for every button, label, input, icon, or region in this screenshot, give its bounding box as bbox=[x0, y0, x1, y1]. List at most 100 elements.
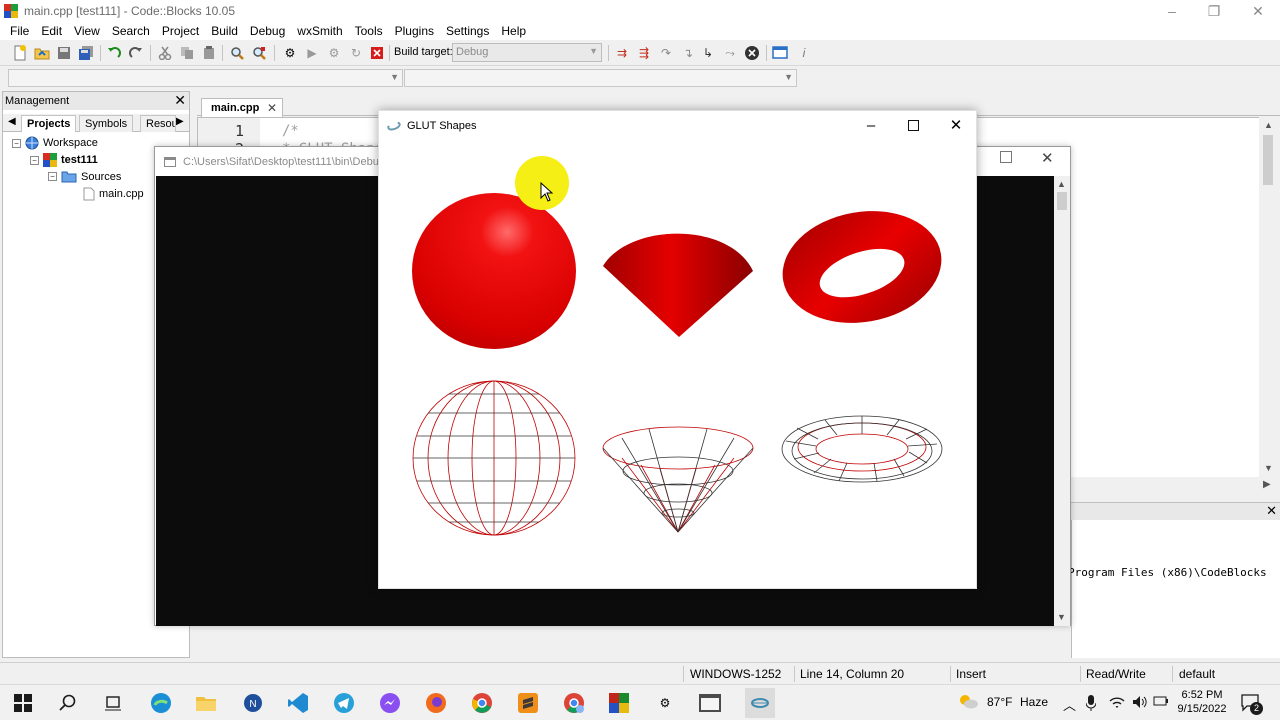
console-scrollbar[interactable]: ▲ ▼ bbox=[1054, 176, 1070, 626]
debug-stop-icon[interactable] bbox=[744, 45, 760, 61]
scroll-right-icon[interactable]: ▶ bbox=[1263, 479, 1271, 490]
replace-icon[interactable] bbox=[251, 45, 267, 61]
scope-select[interactable]: ▼ bbox=[8, 69, 403, 87]
editor-horizontal-scrollbar[interactable]: ▶ bbox=[1071, 477, 1278, 493]
close-button[interactable]: ✕ bbox=[1236, 0, 1280, 22]
collapse-icon[interactable]: − bbox=[48, 172, 57, 181]
rebuild-icon[interactable]: ↻ bbox=[348, 45, 364, 61]
search-icon[interactable] bbox=[56, 691, 80, 715]
edge-icon[interactable] bbox=[149, 691, 173, 715]
menu-file[interactable]: File bbox=[4, 24, 35, 38]
scroll-down-icon[interactable]: ▼ bbox=[1264, 463, 1273, 473]
menu-build[interactable]: Build bbox=[205, 24, 244, 38]
menu-tools[interactable]: Tools bbox=[349, 24, 389, 38]
tab-scroll-left-icon[interactable]: ◀ bbox=[8, 116, 16, 127]
collapse-icon[interactable]: − bbox=[30, 155, 39, 165]
copy-icon[interactable] bbox=[179, 45, 195, 61]
editor-vertical-scrollbar[interactable]: ▲ ▼ bbox=[1259, 117, 1278, 477]
menu-search[interactable]: Search bbox=[106, 24, 156, 38]
collapse-icon[interactable]: − bbox=[12, 138, 21, 148]
minimize-icon[interactable]: – bbox=[850, 111, 892, 139]
undo-icon[interactable] bbox=[106, 45, 122, 61]
microphone-icon[interactable] bbox=[1085, 695, 1097, 714]
debug-step-into-icon[interactable]: ↴ bbox=[680, 45, 696, 61]
minimize-button[interactable]: – bbox=[1150, 0, 1194, 22]
debug-run-to-cursor-icon[interactable]: ⇶ bbox=[636, 45, 652, 61]
tab-resources[interactable]: Resou bbox=[140, 115, 176, 132]
function-select[interactable]: ▼ bbox=[404, 69, 797, 87]
volume-icon[interactable] bbox=[1132, 695, 1148, 712]
weather-icon[interactable] bbox=[957, 692, 979, 713]
winrar-icon[interactable] bbox=[607, 691, 631, 715]
debug-next-instruction-icon[interactable]: ⤳ bbox=[722, 45, 738, 61]
menu-debug[interactable]: Debug bbox=[244, 24, 291, 38]
maximize-icon[interactable] bbox=[892, 111, 934, 139]
maximize-icon[interactable] bbox=[1000, 151, 1012, 163]
new-file-icon[interactable] bbox=[12, 45, 28, 61]
tree-item-workspace[interactable]: − Workspace bbox=[12, 136, 98, 150]
chrome-profile-icon[interactable] bbox=[562, 691, 586, 715]
tree-item-sources[interactable]: − Sources bbox=[48, 170, 121, 183]
windows-start-icon[interactable] bbox=[11, 691, 35, 715]
sublime-icon[interactable] bbox=[516, 691, 540, 715]
battery-icon[interactable] bbox=[1153, 695, 1169, 710]
debug-step-out-icon[interactable]: ↳ bbox=[700, 45, 716, 61]
redo-icon[interactable] bbox=[128, 45, 144, 61]
debug-start-icon[interactable]: ⇉ bbox=[614, 45, 630, 61]
messenger-icon[interactable] bbox=[378, 691, 402, 715]
cut-icon[interactable] bbox=[157, 45, 173, 61]
menu-settings[interactable]: Settings bbox=[440, 24, 495, 38]
build-run-icon[interactable]: ⚙ bbox=[326, 45, 342, 61]
notifications-icon[interactable]: 2 bbox=[1241, 693, 1263, 715]
weather-temp[interactable]: 87°F bbox=[987, 695, 1012, 709]
firefox-icon[interactable] bbox=[424, 691, 448, 715]
settings-icon[interactable]: ⚙ bbox=[653, 691, 677, 715]
save-icon[interactable] bbox=[56, 45, 72, 61]
close-icon[interactable]: ✕ bbox=[1041, 149, 1054, 167]
tab-projects[interactable]: Projects bbox=[21, 115, 77, 132]
debug-info-icon[interactable]: i bbox=[796, 45, 812, 61]
debug-next-line-icon[interactable]: ↷ bbox=[658, 45, 674, 61]
scroll-down-icon[interactable]: ▼ bbox=[1057, 612, 1066, 622]
tree-item-project[interactable]: − test111 bbox=[30, 153, 98, 167]
scroll-up-icon[interactable]: ▲ bbox=[1057, 179, 1066, 189]
abort-icon[interactable] bbox=[369, 45, 385, 61]
build-gear-icon[interactable]: ⚙ bbox=[282, 45, 298, 61]
telegram-icon[interactable] bbox=[332, 691, 356, 715]
menu-plugins[interactable]: Plugins bbox=[389, 24, 440, 38]
find-icon[interactable] bbox=[229, 45, 245, 61]
paste-icon[interactable] bbox=[201, 45, 217, 61]
save-all-icon[interactable] bbox=[78, 45, 94, 61]
chrome-icon[interactable] bbox=[470, 691, 494, 715]
chevron-up-icon[interactable]: ︿ bbox=[1063, 695, 1076, 714]
tab-main-cpp[interactable]: main.cpp ✕ bbox=[201, 98, 283, 117]
clock[interactable]: 6:52 PM 9/15/2022 bbox=[1171, 688, 1233, 716]
menu-wxsmith[interactable]: wxSmith bbox=[291, 24, 348, 38]
run-icon[interactable]: ▶ bbox=[304, 45, 320, 61]
close-icon[interactable]: ✕ bbox=[935, 111, 977, 139]
open-folder-icon[interactable] bbox=[34, 45, 50, 61]
debug-windows-icon[interactable] bbox=[772, 45, 788, 61]
notepad-app-icon[interactable]: N bbox=[241, 691, 265, 715]
menu-help[interactable]: Help bbox=[495, 24, 532, 38]
wifi-icon[interactable] bbox=[1109, 695, 1125, 712]
maximize-button[interactable]: ❐ bbox=[1192, 0, 1236, 22]
build-target-select[interactable]: Debug ▼ bbox=[452, 43, 602, 62]
scroll-up-icon[interactable]: ▲ bbox=[1264, 120, 1273, 130]
menu-edit[interactable]: Edit bbox=[35, 24, 68, 38]
codeblocks-icon[interactable] bbox=[745, 688, 775, 718]
vscode-icon[interactable] bbox=[286, 691, 310, 715]
task-view-icon[interactable] bbox=[101, 691, 125, 715]
close-icon[interactable]: ✕ bbox=[267, 101, 277, 115]
weather-desc[interactable]: Haze bbox=[1020, 695, 1048, 709]
menu-view[interactable]: View bbox=[68, 24, 106, 38]
tab-symbols[interactable]: Symbols bbox=[79, 115, 134, 132]
close-icon[interactable]: ✕ bbox=[1266, 503, 1277, 519]
terminal-icon[interactable] bbox=[698, 691, 722, 715]
tree-item-main-cpp[interactable]: main.cpp bbox=[83, 187, 144, 201]
glut-window[interactable]: GLUT Shapes – ✕ bbox=[378, 110, 977, 589]
tab-scroll-right-icon[interactable]: ▶ bbox=[176, 116, 184, 127]
menu-project[interactable]: Project bbox=[156, 24, 205, 38]
glut-canvas[interactable] bbox=[379, 141, 976, 588]
file-explorer-icon[interactable] bbox=[194, 691, 218, 715]
